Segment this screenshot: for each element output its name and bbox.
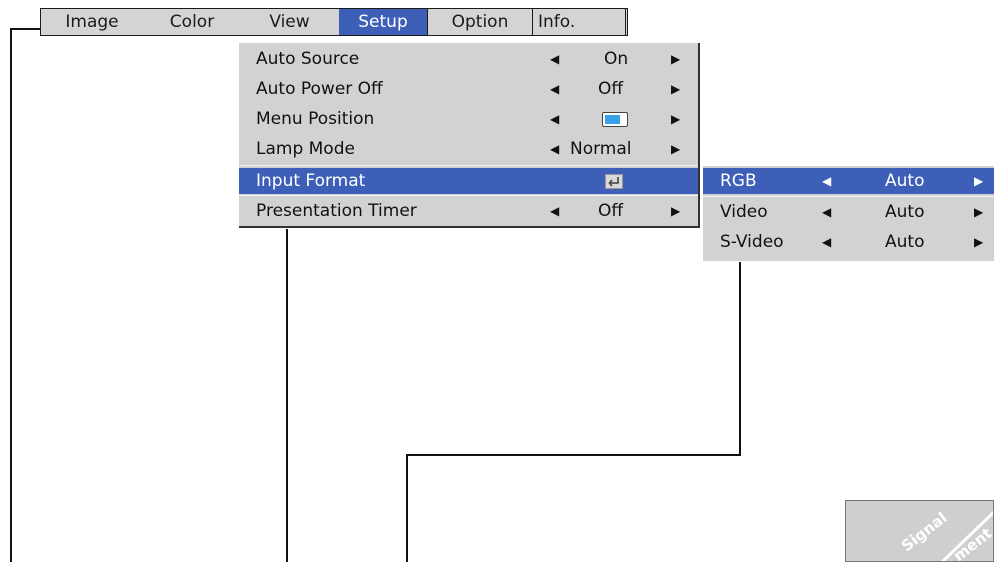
item-label: Auto Source — [256, 49, 360, 69]
setup-item-input-format[interactable]: Input Format — [239, 168, 698, 194]
tab-image[interactable]: Image — [41, 9, 143, 35]
connector-line — [10, 28, 40, 30]
item-label: Lamp Mode — [256, 139, 355, 159]
setup-item-auto-power-off[interactable]: Auto Power Off ◀ Off ▶ — [239, 76, 698, 102]
right-arrow-icon[interactable]: ▶ — [671, 198, 680, 224]
right-arrow-icon[interactable]: ▶ — [974, 168, 983, 194]
left-arrow-icon[interactable]: ◀ — [550, 198, 559, 224]
connector-line — [10, 28, 12, 562]
connector-line — [406, 454, 741, 456]
setup-item-auto-source[interactable]: Auto Source ◀ On ▶ — [239, 46, 698, 72]
left-arrow-icon[interactable]: ◀ — [822, 168, 831, 194]
tab-info[interactable]: Info. — [533, 9, 603, 35]
connector-line — [286, 229, 288, 562]
item-label: Auto Power Off — [256, 79, 383, 99]
setup-item-lamp-mode[interactable]: Lamp Mode ◀ Normal ▶ — [239, 136, 698, 162]
item-label: S-Video — [720, 232, 784, 252]
item-value: Normal — [570, 139, 632, 159]
setup-item-menu-position[interactable]: Menu Position ◀ ▶ — [239, 106, 698, 132]
item-value: Off — [598, 201, 624, 221]
left-arrow-icon[interactable]: ◀ — [822, 199, 831, 225]
input-format-submenu: RGB ◀ Auto ▶ Video ◀ Auto ▶ S-Video ◀ Au… — [703, 166, 994, 261]
right-arrow-icon[interactable]: ▶ — [671, 106, 680, 132]
connector-line — [739, 262, 741, 455]
left-arrow-icon[interactable]: ◀ — [550, 76, 559, 102]
submenu-item-video[interactable]: Video ◀ Auto ▶ — [703, 199, 994, 225]
right-arrow-icon[interactable]: ▶ — [974, 229, 983, 255]
menu-bar: Image Color View Setup Option Info. — [40, 8, 628, 36]
item-label: Input Format — [256, 171, 366, 191]
left-arrow-icon[interactable]: ◀ — [550, 136, 559, 162]
tab-color[interactable]: Color — [143, 9, 241, 35]
right-arrow-icon[interactable]: ▶ — [974, 199, 983, 225]
tab-option[interactable]: Option — [428, 9, 532, 35]
left-arrow-icon[interactable]: ◀ — [550, 106, 559, 132]
divider — [239, 195, 698, 196]
menu-position-icon — [602, 112, 628, 127]
right-arrow-icon[interactable]: ▶ — [671, 76, 680, 102]
connector-line — [406, 454, 408, 562]
divider — [703, 196, 994, 197]
right-arrow-icon[interactable]: ▶ — [671, 136, 680, 162]
enter-icon[interactable] — [605, 174, 623, 189]
divider — [239, 165, 698, 166]
item-label: Presentation Timer — [256, 201, 417, 221]
item-label: Video — [720, 202, 768, 222]
left-arrow-icon[interactable]: ◀ — [550, 46, 559, 72]
submenu-item-s-video[interactable]: S-Video ◀ Auto ▶ — [703, 229, 994, 255]
item-label: RGB — [720, 171, 757, 191]
submenu-item-rgb[interactable]: RGB ◀ Auto ▶ — [703, 168, 994, 194]
setup-item-presentation-timer[interactable]: Presentation Timer ◀ Off ▶ — [239, 198, 698, 224]
setup-menu-panel: Auto Source ◀ On ▶ Auto Power Off ◀ Off … — [239, 43, 700, 228]
signal-adjustment-badge: Signal ment — [845, 500, 994, 562]
item-value: Auto — [885, 232, 925, 252]
item-label: Menu Position — [256, 109, 375, 129]
right-arrow-icon[interactable]: ▶ — [671, 46, 680, 72]
item-value: On — [604, 49, 629, 69]
left-arrow-icon[interactable]: ◀ — [822, 229, 831, 255]
item-value: Auto — [885, 202, 925, 222]
tab-view[interactable]: View — [241, 9, 338, 35]
item-value: Off — [598, 79, 624, 99]
item-value: Auto — [885, 171, 925, 191]
tab-setup[interactable]: Setup — [339, 9, 427, 35]
tab-separator — [625, 9, 626, 35]
